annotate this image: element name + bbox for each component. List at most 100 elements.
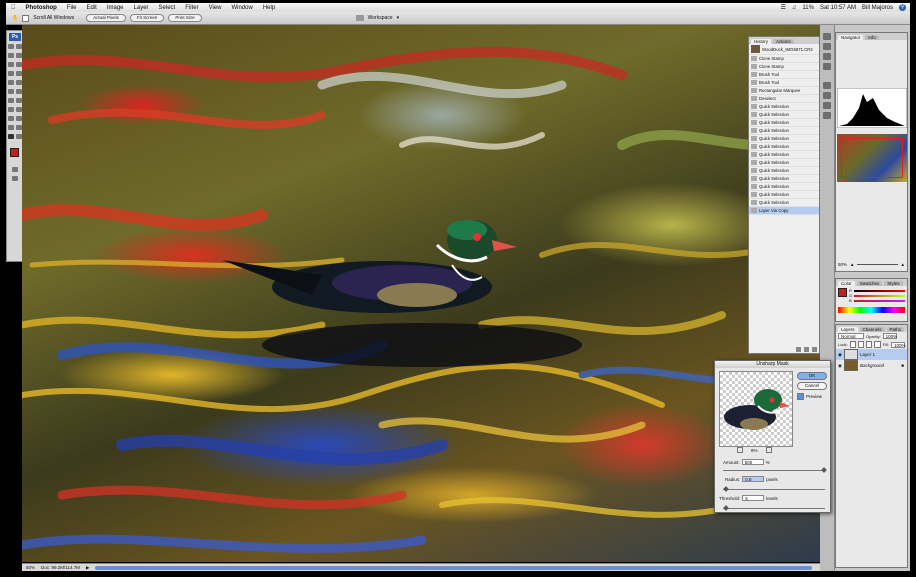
menu-edit[interactable]: Edit [82,5,102,11]
preview-checkbox[interactable] [797,393,804,400]
radius-field[interactable]: 0.8 [742,476,765,482]
lock-image-icon[interactable] [857,341,865,348]
color-ramp[interactable] [838,307,905,313]
blur-tool-icon[interactable] [8,98,14,103]
battery-status[interactable]: 11% [802,5,814,11]
view-box[interactable] [841,138,903,178]
history-step[interactable]: Quick Selection [749,119,819,127]
menu-window[interactable]: Window [226,5,257,11]
path-select-tool-icon[interactable] [8,116,14,121]
move-tool-icon[interactable] [8,44,14,49]
history-step[interactable]: Quick Selection [749,175,819,183]
history-step[interactable]: Clone Stamp [749,63,819,71]
menu-file[interactable]: File [62,5,82,11]
lasso-tool-icon[interactable] [8,53,14,58]
layer-comps-icon[interactable] [823,112,831,119]
apple-icon[interactable]:  [6,5,21,11]
fill-field[interactable]: 100% [891,341,906,348]
menu-select[interactable]: Select [154,5,181,11]
amount-slider-knob[interactable] [821,467,827,473]
volume-icon[interactable]: ♫ [792,5,797,11]
layer-name[interactable]: Layer 1 [860,352,875,357]
history-step[interactable]: Quick Selection [749,183,819,191]
user-name[interactable]: Bill Majoros [862,5,893,11]
radius-slider[interactable] [723,489,825,490]
document-canvas[interactable] [22,25,820,562]
dialog-preview-image[interactable] [719,371,793,447]
amount-field[interactable]: 500 [741,459,764,465]
history-step[interactable]: Quick Selection [749,167,819,175]
actions-panel-icon[interactable] [823,43,831,50]
quick-mask-icon[interactable] [12,167,18,172]
notes-tool-icon[interactable] [8,125,14,130]
layer-row[interactable]: ◉ Layer 1 [836,349,907,360]
screen-mode-icon[interactable] [12,176,18,181]
healing-tool-icon[interactable] [8,71,14,76]
lock-position-icon[interactable] [866,341,873,348]
new-document-icon[interactable] [796,347,801,352]
lock-transparency-icon[interactable] [849,341,856,348]
actual-pixels-button[interactable]: Actual Pixels [86,14,126,22]
history-step[interactable]: Quick Selection [749,151,819,159]
history-step[interactable]: Quick Selection [749,127,819,135]
threshold-field[interactable]: 5 [742,495,765,501]
eye-icon[interactable]: ◉ [838,363,842,369]
spotlight-icon[interactable]: ⚲ [899,4,906,11]
tab-styles[interactable]: Styles [884,281,903,286]
tab-swatches[interactable]: Swatches [856,281,883,286]
history-step[interactable]: Brush Tool [749,71,819,79]
blend-mode-select[interactable]: Normal [838,333,864,339]
menu-filter[interactable]: Filter [180,5,203,11]
nav-zoom-field[interactable]: 50% [838,262,847,267]
g-slider[interactable] [854,294,905,297]
history-step[interactable]: Quick Selection [749,103,819,111]
eye-icon[interactable]: ◉ [838,352,842,358]
new-snapshot-icon[interactable] [804,347,809,352]
history-step[interactable]: Deselect [749,95,819,103]
foreground-color-swatch[interactable] [10,148,19,157]
ok-button[interactable]: OK [797,372,827,380]
radius-slider-knob[interactable] [723,486,729,492]
zoom-in-button[interactable] [765,447,772,453]
tab-history[interactable]: History [751,39,772,44]
pen-tool-icon[interactable] [8,107,14,112]
tab-color[interactable]: Color [838,281,855,286]
scroll-all-checkbox[interactable] [22,14,30,22]
clone-stamp-tool-icon[interactable] [8,80,14,85]
history-step[interactable]: Clone Stamp [749,55,819,63]
brushes-panel-icon[interactable] [823,53,831,60]
tab-actions[interactable]: Actions [773,39,794,44]
clock[interactable]: Sat 10:57 AM [820,5,856,11]
history-step[interactable]: Quick Selection [749,199,819,207]
history-step[interactable]: Layer Via Copy [749,207,819,215]
menu-image[interactable]: Image [102,5,129,11]
menu-view[interactable]: View [204,5,227,11]
tab-info[interactable]: Info [865,35,879,40]
history-step[interactable]: Quick Selection [749,191,819,199]
r-slider[interactable] [853,289,905,292]
history-step[interactable]: Quick Selection [749,135,819,143]
b-slider[interactable] [853,299,905,302]
navigator-thumbnail[interactable] [837,134,907,182]
paragraph-panel-icon[interactable] [823,102,831,109]
history-panel-icon[interactable] [823,33,831,40]
lock-all-icon[interactable] [874,341,881,348]
crop-tool-icon[interactable] [8,62,14,67]
nav-zoom-slider[interactable] [857,264,898,265]
menu-layer[interactable]: Layer [129,5,154,11]
history-step[interactable]: Quick Selection [749,159,819,167]
history-snapshot[interactable]: WoodDuck_IMG6871.CR2 [749,44,819,55]
wifi-icon[interactable]: ☰ [780,4,785,11]
threshold-slider[interactable] [723,508,825,509]
menu-help[interactable]: Help [258,5,280,11]
cancel-button[interactable]: Cancel [797,382,827,390]
hand-tool-icon[interactable]: ✋ [12,15,18,21]
eraser-tool-icon[interactable] [8,89,14,94]
clone-source-icon[interactable] [823,82,831,89]
status-arrow-icon[interactable]: ▶ [86,565,89,571]
horizontal-scrollbar[interactable] [95,565,812,570]
opacity-field[interactable]: 100% [882,333,897,339]
tab-paths[interactable]: Paths [886,327,905,332]
fit-screen-button[interactable]: Fit Screen [129,14,165,22]
tab-layers[interactable]: Layers [838,327,858,332]
